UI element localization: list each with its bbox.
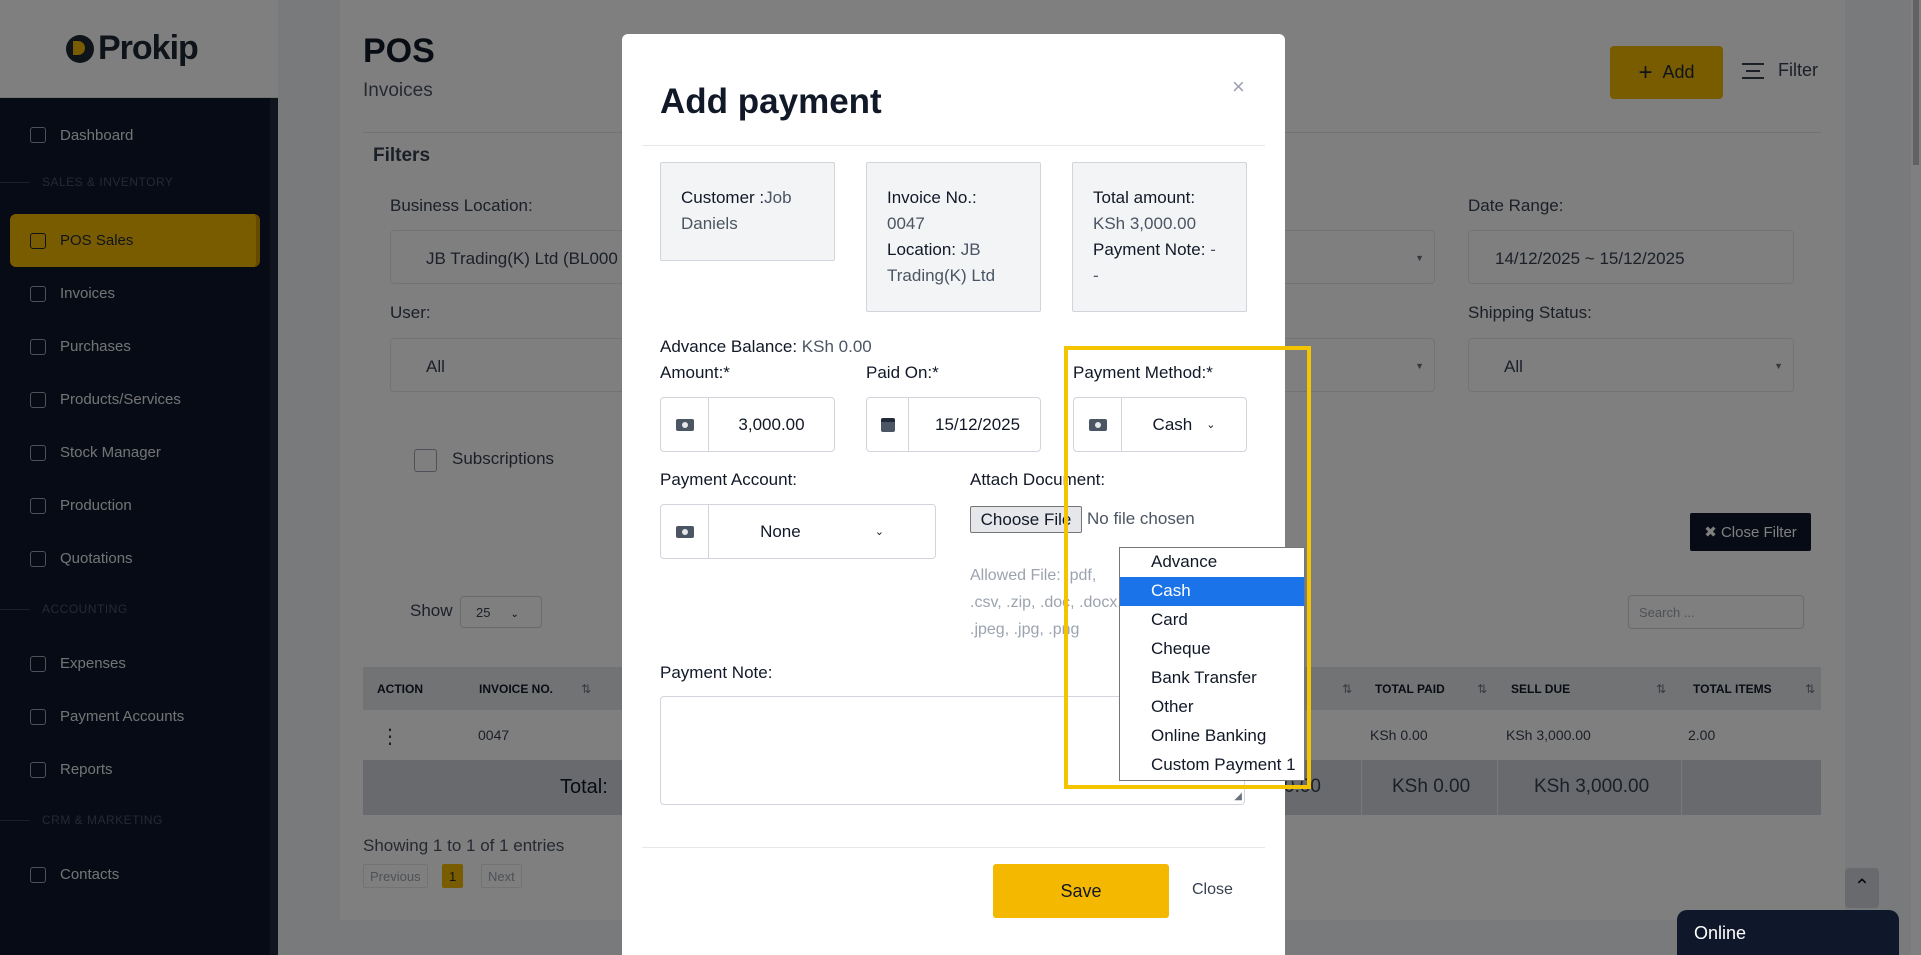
payment-account-field[interactable]: None ⌄: [660, 504, 936, 559]
amount-input[interactable]: 3,000.00: [709, 398, 834, 451]
advance-balance: Advance Balance: KSh 0.00: [660, 337, 872, 356]
online-chat-widget[interactable]: Online: [1677, 910, 1899, 955]
location-label: Location:: [887, 240, 956, 259]
invoice-no-value: 0047: [887, 214, 925, 233]
chevron-down-icon: ⌄: [874, 526, 884, 538]
invoice-info-box: Invoice No.: 0047 Location: JB Trading(K…: [866, 162, 1041, 312]
payment-note-field-label: Payment Note:: [660, 663, 773, 682]
total-info-box: Total amount: KSh 3,000.00 Payment Note:…: [1072, 162, 1247, 312]
paid-on-input[interactable]: 15/12/2025: [909, 398, 1040, 451]
modal-close-icon[interactable]: ×: [1232, 74, 1245, 100]
paid-on-field[interactable]: 15/12/2025: [866, 397, 1041, 452]
divider: [642, 847, 1265, 848]
customer-info-box: Customer :Job Daniels: [660, 162, 835, 261]
save-button[interactable]: Save: [993, 864, 1169, 918]
highlight-frame: [1064, 346, 1311, 789]
payment-account-label: Payment Account:: [660, 470, 798, 489]
total-amount-label: Total amount:: [1093, 188, 1196, 207]
money-icon: [675, 418, 694, 431]
total-amount-value: KSh 3,000.00: [1093, 214, 1197, 233]
payment-note-label: Payment Note:: [1093, 240, 1206, 259]
divider: [642, 145, 1265, 146]
modal-title: Add payment: [660, 82, 882, 121]
amount-field[interactable]: 3,000.00: [660, 397, 835, 452]
paid-on-label: Paid On:*: [866, 363, 939, 382]
amount-label: Amount:*: [660, 363, 730, 382]
invoice-no-label: Invoice No.:: [887, 188, 977, 207]
calendar-icon: [880, 417, 895, 432]
money-icon: [675, 525, 694, 538]
payment-account-select[interactable]: None ⌄: [709, 505, 935, 558]
resize-handle-icon[interactable]: ◢: [1234, 791, 1242, 802]
close-button[interactable]: Close: [1192, 881, 1233, 899]
customer-label: Customer :: [681, 188, 765, 207]
